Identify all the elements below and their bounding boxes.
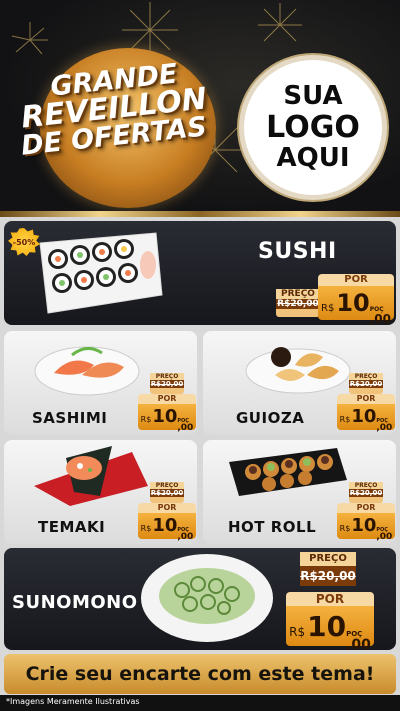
product-name-sunomono: SUNOMONO (12, 592, 138, 613)
price-old-sunomono: PREÇO R$20,00 (300, 552, 356, 586)
product-card-guioza: GUIOZA PREÇO R$20,00 POR R$ 10 POÇ ,00 (203, 331, 396, 435)
price-old-guioza: PREÇO R$20,00 (349, 373, 383, 394)
header-banner: GRANDE REVEILLON DE OFERTAS SUA LOGO AQU… (0, 0, 400, 213)
price-old-sushi: PREÇO R$20,00 (276, 289, 320, 317)
price-now-guioza: POR R$ 10 POÇ ,00 (337, 394, 395, 433)
product-name-sashimi: SASHIMI (32, 409, 108, 427)
hotroll-image (229, 448, 347, 496)
logo-placeholder: SUA LOGO AQUI (239, 55, 387, 200)
price-old-sashimi: PREÇO R$20,00 (150, 373, 184, 394)
product-card-sunomono: SUNOMONO PREÇO R$20,00 POR R$ 10 POÇ ,00 (4, 548, 396, 650)
product-card-sashimi: SASHIMI PREÇO R$20,00 POR R$ 10 POÇ ,00 (4, 331, 197, 435)
price-old-label: PREÇO (276, 289, 320, 299)
banner-title: GRANDE REVEILLON DE OFERTAS (14, 58, 214, 161)
product-card-temaki: TEMAKI PREÇO R$20,00 POR R$ 10 POÇ ,00 (4, 440, 197, 544)
price-old-temaki: PREÇO R$20,00 (150, 482, 184, 503)
price-now-sushi: POR R$ 10 POÇ ,00 (318, 274, 394, 325)
price-old-value: R$20,00 (276, 299, 320, 309)
logo-line-2: LOGO (266, 109, 360, 145)
temaki-image (34, 446, 148, 506)
logo-line-3: AQUI (276, 143, 350, 174)
sunomono-image (141, 554, 273, 642)
price-now-label: POR (318, 274, 394, 286)
logo-line-1: SUA (283, 80, 343, 111)
disclaimer-text: *Imagens Meramente Ilustrativas (6, 697, 140, 706)
cta-text: Crie seu encarte com este tema! (25, 663, 375, 685)
product-name-guioza: GUIOZA (236, 409, 305, 427)
price-now-temaki: POR R$ 10 POÇ ,00 (138, 503, 196, 542)
product-name-temaki: TEMAKI (38, 518, 106, 536)
guioza-image (245, 347, 351, 394)
price-now-sashimi: POR R$ 10 POÇ ,00 (138, 394, 196, 433)
sushi-image (39, 232, 163, 314)
sashimi-image (34, 346, 140, 396)
price-now-value: R$ 10 POÇ ,00 (318, 286, 394, 325)
price-now-sunomono: POR R$ 10 POÇ ,00 (286, 592, 374, 650)
product-card-hotroll: HOT ROLL PREÇO R$20,00 POR R$ 10 POÇ ,00 (203, 440, 396, 544)
product-card-sushi: SUSHI PREÇO R$20,00 POR R$ 10 POÇ ,00 (4, 221, 396, 325)
price-now-hotroll: POR R$ 10 POÇ ,00 (337, 503, 395, 542)
product-name-hotroll: HOT ROLL (228, 518, 317, 536)
price-old-hotroll: PREÇO R$20,00 (349, 482, 383, 503)
product-name-sushi: SUSHI (258, 239, 337, 264)
cta-banner: Crie seu encarte com este tema! (4, 654, 396, 694)
